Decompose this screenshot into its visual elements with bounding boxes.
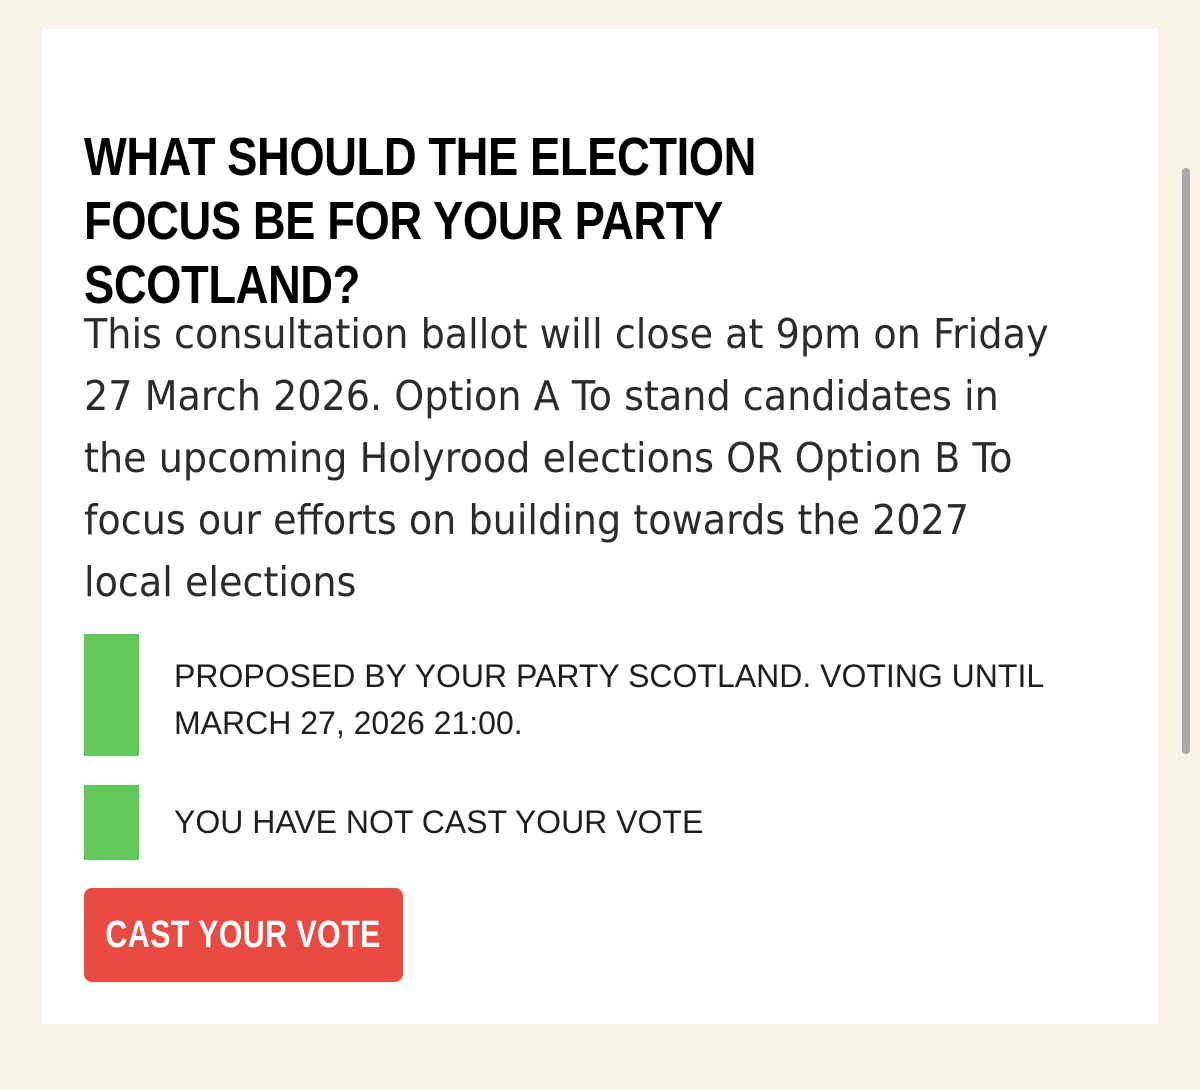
proposed-info-text: PROPOSED BY YOUR PARTY SCOTLAND. VOTING … bbox=[174, 658, 1043, 741]
scrollbar[interactable] bbox=[1182, 168, 1190, 754]
cast-vote-button[interactable]: CAST YOUR VOTE bbox=[84, 888, 403, 982]
vote-status-text: YOU HAVE NOT CAST YOUR VOTE bbox=[174, 804, 704, 840]
cast-vote-button-label: CAST YOUR VOTE bbox=[105, 913, 382, 956]
status-indicator-bar bbox=[84, 634, 139, 756]
ballot-title: WHAT SHOULD THE ELECTION FOCUS BE FOR YO… bbox=[84, 127, 756, 315]
ballot-card: WHAT SHOULD THE ELECTION FOCUS BE FOR YO… bbox=[42, 29, 1158, 1024]
ballot-description: This consultation ballot will close at 9… bbox=[84, 310, 1049, 606]
status-indicator-bar bbox=[84, 785, 139, 860]
